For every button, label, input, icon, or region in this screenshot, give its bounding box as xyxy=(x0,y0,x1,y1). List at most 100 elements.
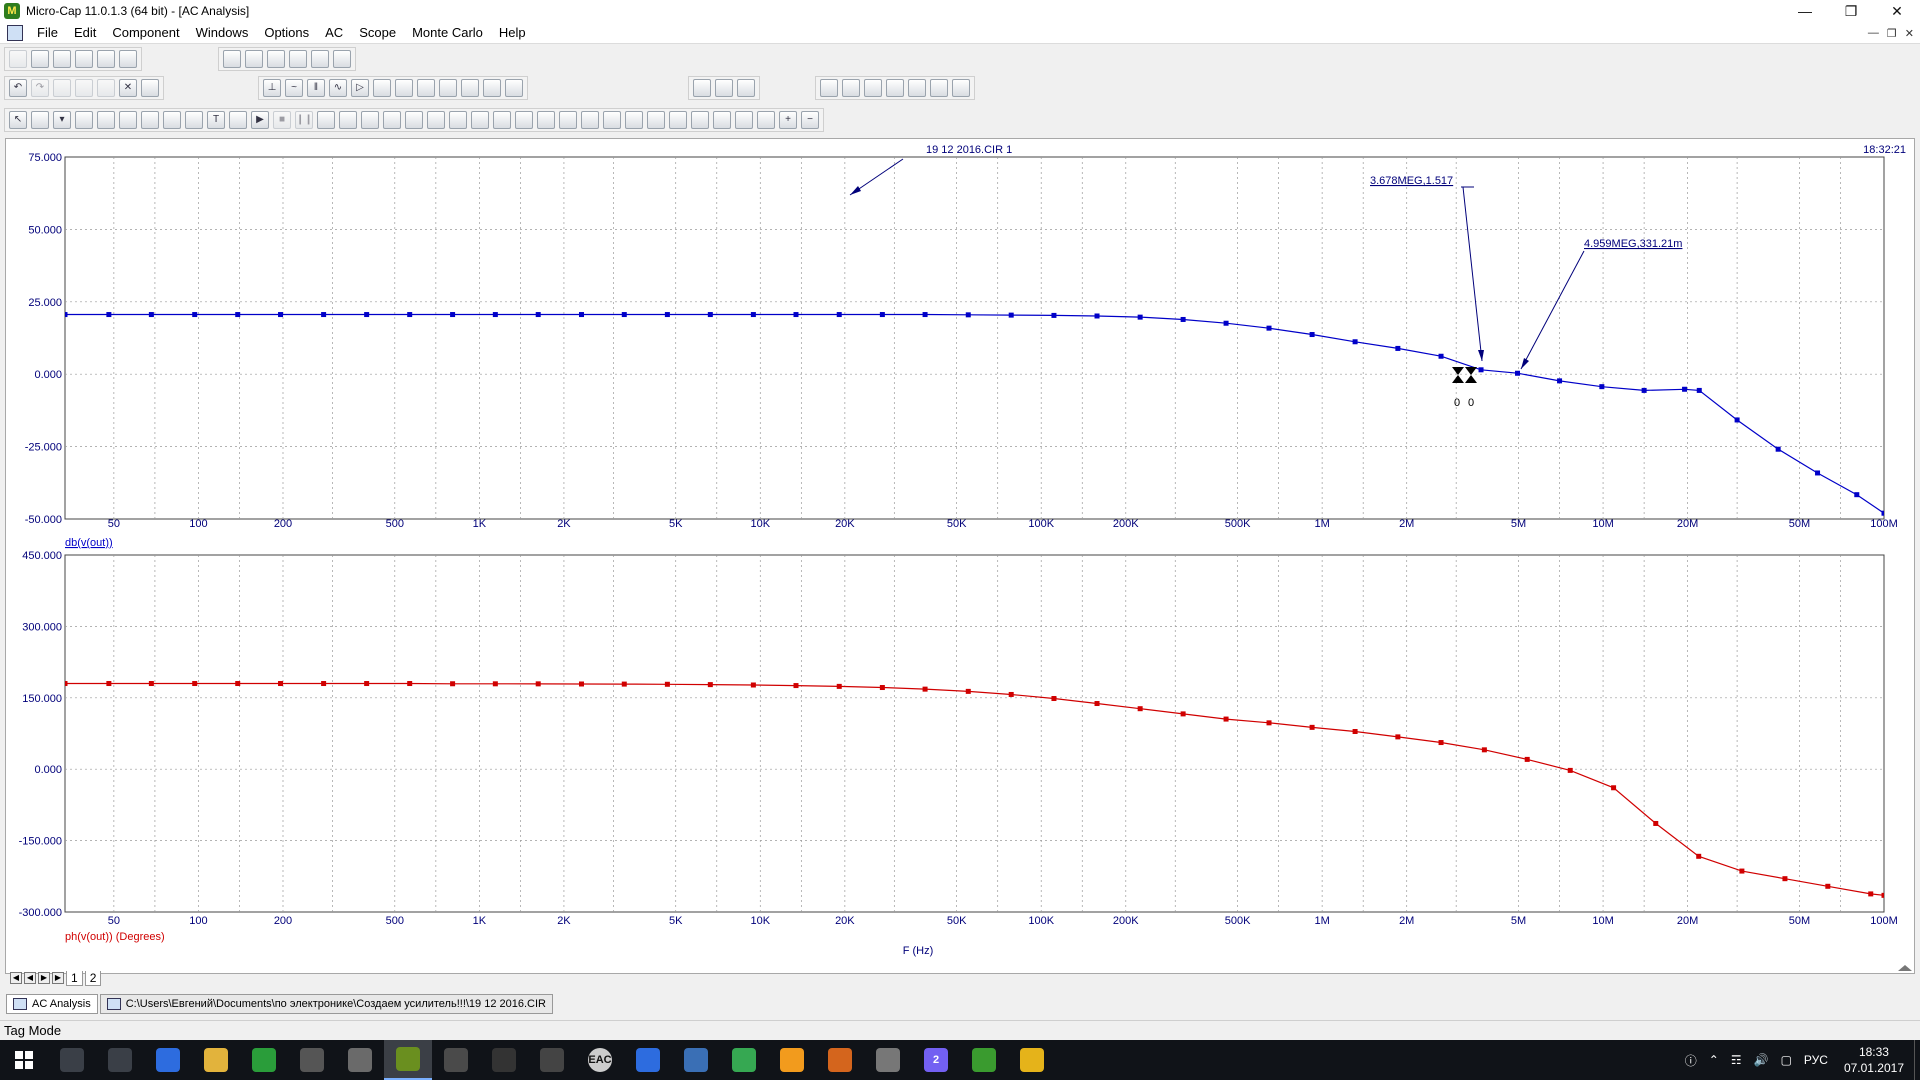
grid-icon[interactable] xyxy=(361,111,379,129)
resistor-icon[interactable]: ~ xyxy=(285,79,303,97)
plot-properties-icon[interactable] xyxy=(864,79,882,97)
redo-icon[interactable]: ↷ xyxy=(31,79,49,97)
graph-icon-1[interactable] xyxy=(75,111,93,129)
trace-top[interactable] xyxy=(65,313,1884,514)
global-high-icon[interactable] xyxy=(625,111,643,129)
start-button[interactable] xyxy=(0,1040,48,1080)
taskbar-app-utorrent[interactable] xyxy=(960,1040,1008,1080)
cursor-right-marker-icon[interactable] xyxy=(1465,367,1477,375)
tile-horizontal-icon[interactable] xyxy=(267,50,285,68)
open-file-icon[interactable] xyxy=(31,50,49,68)
tile-vertical-icon[interactable] xyxy=(245,50,263,68)
zoom-in-icon[interactable] xyxy=(427,111,445,129)
high-icon[interactable] xyxy=(559,111,577,129)
document-icon[interactable] xyxy=(7,24,23,41)
close-icon[interactable]: ✕ xyxy=(1874,0,1920,22)
page-tab-1[interactable]: 1 xyxy=(66,970,83,986)
taskbar-app-archive[interactable] xyxy=(816,1040,864,1080)
menu-monte-carlo[interactable]: Monte Carlo xyxy=(404,25,491,40)
cascade-icon[interactable] xyxy=(223,50,241,68)
info-icon[interactable]: ⓘ xyxy=(1685,1052,1697,1069)
pause-icon[interactable]: ❙❙ xyxy=(295,111,313,129)
menu-edit[interactable]: Edit xyxy=(66,25,104,40)
menu-options[interactable]: Options xyxy=(256,25,317,40)
magnifier-plus-icon[interactable]: + xyxy=(779,111,797,129)
component-find-icon[interactable] xyxy=(715,79,733,97)
zoom-out-icon[interactable] xyxy=(449,111,467,129)
new-file-icon[interactable] xyxy=(9,50,27,68)
menu-file[interactable]: File xyxy=(29,25,66,40)
taskbar-app-task-view[interactable] xyxy=(96,1040,144,1080)
delete-icon[interactable]: ✕ xyxy=(119,79,137,97)
mdi-minimize-icon[interactable]: — xyxy=(1868,27,1879,39)
cursor-left-marker-icon[interactable] xyxy=(1452,367,1464,375)
minimize-icon[interactable]: — xyxy=(1782,0,1828,22)
wifi-icon[interactable]: ☶ xyxy=(1731,1053,1742,1067)
magnifier-minus-icon[interactable]: − xyxy=(801,111,819,129)
analysis-limits-icon[interactable] xyxy=(842,79,860,97)
restore-icon[interactable]: ❐ xyxy=(1828,0,1874,22)
taskbar-app-globe[interactable] xyxy=(720,1040,768,1080)
transistor-icon[interactable] xyxy=(395,79,413,97)
peak-icon[interactable] xyxy=(515,111,533,129)
taskbar-app-diamond[interactable] xyxy=(624,1040,672,1080)
taskbar-app-folder[interactable] xyxy=(192,1040,240,1080)
source-icon[interactable] xyxy=(461,79,479,97)
taskbar-app-viber[interactable]: 2 xyxy=(912,1040,960,1080)
graph-icon-5[interactable] xyxy=(163,111,181,129)
taskbar-app-chart[interactable] xyxy=(336,1040,384,1080)
graph-icon-4[interactable] xyxy=(141,111,159,129)
probe-icon[interactable] xyxy=(483,79,501,97)
taskbar-app-phone[interactable] xyxy=(432,1040,480,1080)
tag-annotation-2[interactable]: 4.959MEG,331.21m xyxy=(1584,238,1682,250)
page-tab-2[interactable]: 2 xyxy=(84,970,102,986)
numeric-output-icon[interactable] xyxy=(886,79,904,97)
bode-icon[interactable] xyxy=(952,79,970,97)
top-trace-label[interactable]: db(v(out)) xyxy=(65,537,113,549)
slope-icon[interactable] xyxy=(669,111,687,129)
taskbar-app-eac[interactable]: EAC xyxy=(576,1040,624,1080)
switch-icon[interactable] xyxy=(439,79,457,97)
autoscale-icon[interactable] xyxy=(317,111,335,129)
menu-component[interactable]: Component xyxy=(104,25,187,40)
globe-icon[interactable] xyxy=(737,79,755,97)
menu-help[interactable]: Help xyxy=(491,25,534,40)
waveform-split-icon[interactable] xyxy=(757,111,775,129)
taskbar-app-search[interactable] xyxy=(48,1040,96,1080)
tools-icon[interactable] xyxy=(908,79,926,97)
taskbar-app-fl[interactable] xyxy=(528,1040,576,1080)
inductor-icon[interactable]: ∿ xyxy=(329,79,347,97)
chevron-up-icon[interactable]: ⌃ xyxy=(1709,1053,1719,1067)
cut-icon[interactable] xyxy=(53,79,71,97)
opamp-icon[interactable] xyxy=(417,79,435,97)
restore-scale-icon[interactable] xyxy=(339,111,357,129)
taskbar-app-network[interactable] xyxy=(240,1040,288,1080)
component-panel-icon[interactable] xyxy=(693,79,711,97)
menu-scope[interactable]: Scope xyxy=(351,25,404,40)
ground-icon[interactable]: ⊥ xyxy=(263,79,281,97)
taskbar-app-micro-cap[interactable] xyxy=(384,1040,432,1080)
window-full-icon[interactable] xyxy=(311,50,329,68)
page-prev-icon[interactable]: ◀ xyxy=(24,972,36,984)
capacitor-icon[interactable]: ‖ xyxy=(307,79,325,97)
taskbar-app-explorer[interactable] xyxy=(144,1040,192,1080)
valley-icon[interactable] xyxy=(537,111,555,129)
mdi-close-icon[interactable]: ✕ xyxy=(1905,27,1914,40)
taskbar-app-clock-app[interactable] xyxy=(768,1040,816,1080)
menu-windows[interactable]: Windows xyxy=(188,25,257,40)
slider-icon[interactable] xyxy=(713,111,731,129)
inflection-icon[interactable] xyxy=(603,111,621,129)
graph-icon-2[interactable] xyxy=(97,111,115,129)
save-all-icon[interactable] xyxy=(75,50,93,68)
copy-plot-icon[interactable] xyxy=(691,111,709,129)
copy-icon[interactable] xyxy=(75,79,93,97)
select-all-icon[interactable] xyxy=(141,79,159,97)
paste-icon[interactable] xyxy=(97,79,115,97)
doc-tab-ac-analysis[interactable]: AC Analysis xyxy=(6,994,98,1014)
mdi-restore-icon[interactable]: ❐ xyxy=(1887,27,1897,40)
window-split-icon[interactable] xyxy=(289,50,307,68)
taskbar-app-chrome[interactable] xyxy=(1008,1040,1056,1080)
calculator-tool-icon[interactable] xyxy=(333,50,351,68)
plot-canvas[interactable]: 75.000 50.000 25.000 0.000 -25.000 -50.000 50 1… xyxy=(6,139,1916,975)
cursor-right-marker-icon[interactable] xyxy=(1465,375,1477,383)
